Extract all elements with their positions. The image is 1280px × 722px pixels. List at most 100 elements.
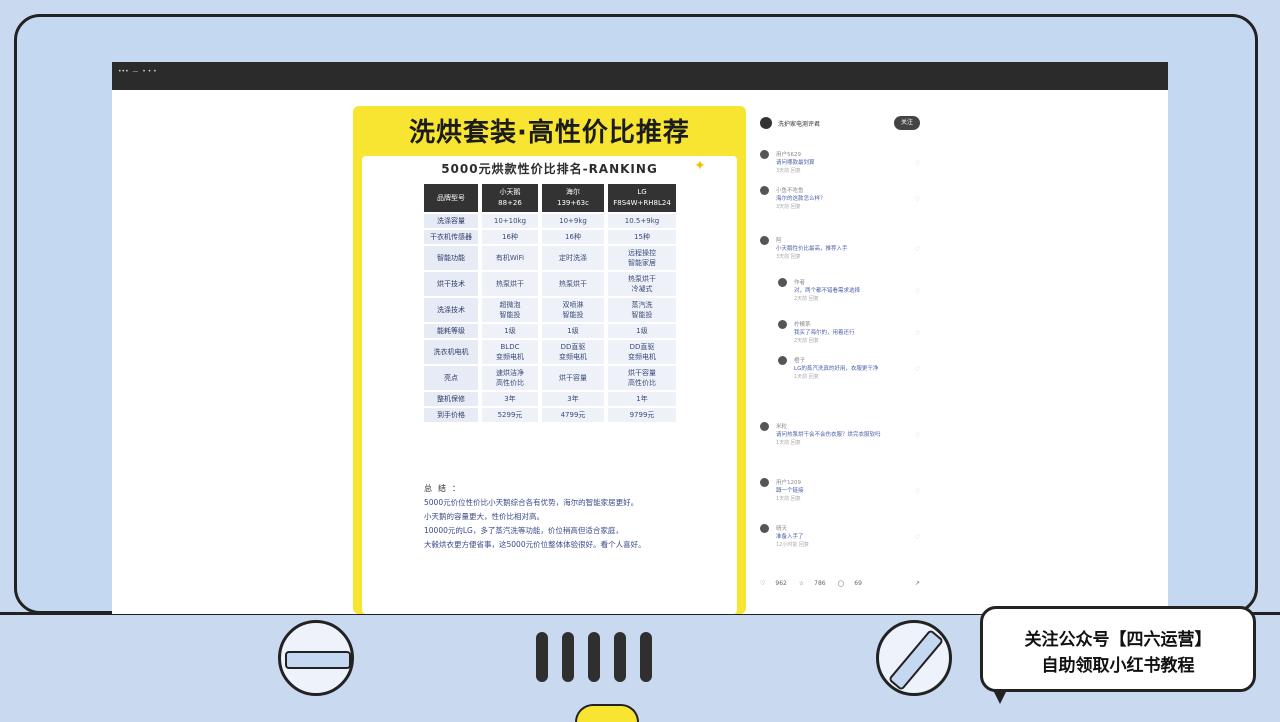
comment-like-icon[interactable]: ♡ bbox=[915, 160, 920, 167]
star-icon[interactable]: ☆ bbox=[799, 580, 804, 587]
table-cell: 16种 bbox=[482, 230, 538, 244]
commenter-avatar[interactable] bbox=[778, 278, 787, 287]
comment-icon[interactable]: ◯ bbox=[838, 580, 845, 587]
commenter-name[interactable]: 小鱼不吃鱼 bbox=[776, 186, 804, 194]
commenter-name[interactable]: 米粒 bbox=[776, 422, 787, 430]
author-avatar[interactable] bbox=[760, 117, 772, 129]
comment-meta: 12小时前 回复 bbox=[776, 542, 809, 548]
row-label: 洗涤技术 bbox=[424, 298, 478, 322]
vent-slot bbox=[536, 632, 548, 682]
commenter-avatar[interactable] bbox=[760, 236, 769, 245]
comment-text: 请问热泵烘干会不会伤衣服？烘完衣服软吗 bbox=[776, 432, 881, 438]
table-row: 洗涤容量 10+10kg 10+9kg 10.5+9kg bbox=[424, 214, 676, 228]
comment-like-icon[interactable]: ♡ bbox=[915, 196, 920, 203]
table-body: 洗涤容量 10+10kg 10+9kg 10.5+9kg 干衣机传感器 16种 16种 15种… bbox=[424, 214, 676, 422]
author-name[interactable]: 洗护家电测评君 bbox=[778, 119, 820, 128]
table-cell: BLDC 变频电机 bbox=[482, 340, 538, 364]
commenter-avatar[interactable] bbox=[760, 186, 769, 195]
table-cell: 1年 bbox=[608, 392, 676, 406]
comment-like-icon[interactable]: ♡ bbox=[915, 488, 920, 495]
commenter-name[interactable]: 柠檬茶 bbox=[794, 320, 811, 328]
comment-like-icon[interactable]: ♡ bbox=[915, 246, 920, 253]
vent-slot bbox=[614, 632, 626, 682]
vent-slot bbox=[562, 632, 574, 682]
post-image-card[interactable]: 洗烘套装·高性价比推荐 5000元烘款性价比排名-RANKING ✦ 品牌型号小… bbox=[353, 106, 746, 614]
knob-slot bbox=[285, 651, 351, 669]
commenter-name[interactable]: 用户1209 bbox=[776, 478, 801, 486]
table-cell: 4799元 bbox=[542, 408, 604, 422]
table-cell: 16种 bbox=[542, 230, 604, 244]
comment-meta: 1天前 回复 bbox=[794, 374, 819, 380]
commenter-name[interactable]: 用户5629 bbox=[776, 150, 801, 158]
header-model: LG F8S4W+RH8L24 bbox=[608, 184, 676, 212]
comment-like-icon[interactable]: ♡ bbox=[915, 366, 920, 373]
table-row: 亮点 速烘洁净 高性价比 烘干容量 烘干容量 高性价比 bbox=[424, 366, 676, 390]
commenter-name[interactable]: 阿 bbox=[776, 236, 782, 244]
commenter-avatar[interactable] bbox=[760, 524, 769, 533]
comment-like-icon[interactable]: ♡ bbox=[915, 432, 920, 439]
table-cell: 10+9kg bbox=[542, 214, 604, 228]
comment-like-icon[interactable]: ♡ bbox=[915, 534, 920, 541]
comment-meta: 3天前 回复 bbox=[776, 168, 801, 174]
comment-like-icon[interactable]: ♡ bbox=[915, 288, 920, 295]
comment-meta: 3天前 回复 bbox=[776, 204, 801, 210]
table-cell: 蒸汽洗 智能投 bbox=[608, 298, 676, 322]
speech-bubble: 关注公众号【四六运营】 自助领取小红书教程 bbox=[980, 606, 1256, 692]
table-row: 到手价格 5299元 4799元 9799元 bbox=[424, 408, 676, 422]
comment-text: 请问哪款最划算 bbox=[776, 160, 815, 166]
table-row: 洗衣机电机 BLDC 变频电机 DD直驱 变频电机 DD直驱 变频电机 bbox=[424, 340, 676, 364]
commenter-avatar[interactable] bbox=[760, 150, 769, 159]
comment-meta: 1天前 回复 bbox=[776, 496, 801, 502]
knob-slot bbox=[887, 628, 945, 692]
summary-line: 大毂烘衣更方便省事，这5000元价位整体体验很好。看个人喜好。 bbox=[424, 540, 646, 549]
ranking-title: 5000元烘款性价比排名-RANKING bbox=[441, 162, 658, 176]
commenter-name[interactable]: 晴天 bbox=[776, 524, 787, 532]
commenter-name[interactable]: 橙子 bbox=[794, 356, 805, 364]
comment-text: 对，两个都不错看需求选择 bbox=[794, 288, 861, 294]
commenter-avatar[interactable] bbox=[778, 320, 787, 329]
table-cell: 热泵烘干 冷凝式 bbox=[608, 272, 676, 296]
like-icon[interactable]: ♡ bbox=[760, 580, 765, 587]
table-cell: 10+10kg bbox=[482, 214, 538, 228]
comment-text: 我买了海尔的，用着还行 bbox=[794, 330, 855, 336]
table-cell: 有机WiFi bbox=[482, 246, 538, 270]
commenter-avatar[interactable] bbox=[778, 356, 787, 365]
comment-meta: 1天前 回复 bbox=[776, 440, 801, 446]
comment-text: 准备入手了 bbox=[776, 534, 804, 540]
table-cell: 烘干容量 高性价比 bbox=[608, 366, 676, 390]
table-cell: 1级 bbox=[608, 324, 676, 338]
table-cell: 双喷淋 智能投 bbox=[542, 298, 604, 322]
summary-line: 5000元价位性价比小天鹅综合各有优势，海尔的智能家居更好。 bbox=[424, 498, 639, 507]
table-header-row: 品牌型号 小天鹅 88+26 海尔 139+63c LG F8S4W+RH8L24 bbox=[424, 184, 676, 212]
table-row: 整机保修 3年 3年 1年 bbox=[424, 392, 676, 406]
row-label: 到手价格 bbox=[424, 408, 478, 422]
table-row: 洗涤技术 超微泡 智能投 双喷淋 智能投 蒸汽洗 智能投 bbox=[424, 298, 676, 322]
commenter-avatar[interactable] bbox=[760, 422, 769, 431]
row-label: 洗衣机电机 bbox=[424, 340, 478, 364]
table-row: 智能功能 有机WiFi 定时洗涤 远程操控 智能家居 bbox=[424, 246, 676, 270]
browser-window: ••• — • • • 洗烘套装·高性价比推荐 5000元烘款性价比排名-RAN… bbox=[112, 62, 1168, 614]
row-label: 智能功能 bbox=[424, 246, 478, 270]
titlebar-text: ••• — • • • bbox=[118, 68, 157, 75]
table-cell: 热泵烘干 bbox=[482, 272, 538, 296]
commenter-avatar[interactable] bbox=[760, 478, 769, 487]
table-cell: 3年 bbox=[482, 392, 538, 406]
comment-meta: 2天前 回复 bbox=[794, 338, 819, 344]
row-label: 洗涤容量 bbox=[424, 214, 478, 228]
row-label: 烘干技术 bbox=[424, 272, 478, 296]
table-row: 干衣机传感器 16种 16种 15种 bbox=[424, 230, 676, 244]
header-label: 品牌型号 bbox=[424, 184, 478, 212]
row-label: 亮点 bbox=[424, 366, 478, 390]
comment-text: LG的蒸汽洗真的好用，衣服更干净 bbox=[794, 366, 879, 372]
comparison-table: 品牌型号 小天鹅 88+26 海尔 139+63c LG F8S4W+RH8L24 洗… bbox=[420, 182, 680, 424]
row-label: 能耗等级 bbox=[424, 324, 478, 338]
share-icon[interactable]: ↗ bbox=[915, 580, 920, 587]
comment-like-icon[interactable]: ♡ bbox=[915, 330, 920, 337]
follow-button[interactable]: 关注 bbox=[894, 116, 920, 130]
table-cell: 3年 bbox=[542, 392, 604, 406]
table-row: 能耗等级 1级 1级 1级 bbox=[424, 324, 676, 338]
commenter-name[interactable]: 作者 bbox=[794, 278, 805, 286]
sparkle-icon: ✦ bbox=[694, 158, 706, 174]
table-cell: 远程操控 智能家居 bbox=[608, 246, 676, 270]
table-cell: 速烘洁净 高性价比 bbox=[482, 366, 538, 390]
